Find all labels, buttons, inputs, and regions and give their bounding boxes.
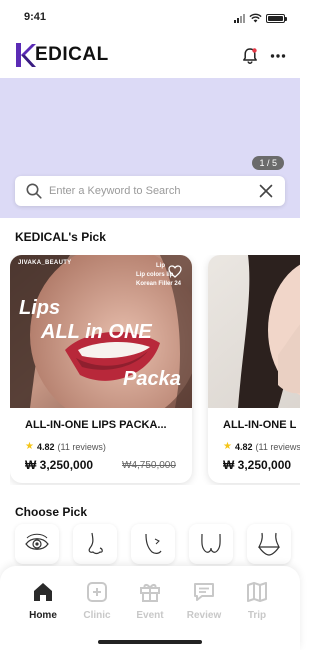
image-tag-line-3: Korean Filler 24	[136, 281, 182, 287]
nav-review[interactable]: Review	[177, 580, 231, 621]
body-icon	[258, 532, 280, 556]
product-rating: ★ 4.82 (11 reviews)	[223, 441, 300, 452]
product-rating: ★ 4.82 (11 reviews)	[25, 441, 106, 452]
category-jaw[interactable]	[131, 524, 175, 564]
jaw-icon	[145, 533, 162, 554]
star-icon: ★	[223, 441, 232, 452]
category-breast[interactable]	[189, 524, 233, 564]
nav-label: Trip	[247, 610, 267, 621]
product-card[interactable]: JIVAKA_BEAUTY Lip Lip colors lip Korean …	[10, 255, 192, 483]
heart-icon[interactable]	[168, 265, 182, 278]
nav-label: Event	[136, 610, 164, 621]
picks-carousel[interactable]: JIVAKA_BEAUTY Lip Lip colors lip Korean …	[10, 255, 300, 485]
nav-home[interactable]: Home	[16, 580, 70, 621]
home-indicator	[98, 640, 202, 644]
review-count: (11 reviews)	[255, 441, 301, 452]
category-picker	[15, 524, 300, 568]
image-brand-text: JIVAKA_BEAUTY	[18, 260, 72, 266]
choose-section-title: Choose Pick	[15, 505, 88, 519]
app-header: EDICAL	[0, 36, 300, 78]
image-headline-2: ALL in ONE	[41, 321, 152, 343]
eye-icon	[25, 533, 49, 550]
image-headline-1: Lips	[19, 297, 61, 319]
map-icon	[247, 582, 267, 602]
nose-icon	[88, 532, 103, 555]
close-icon[interactable]	[257, 182, 275, 200]
nav-event[interactable]: Event	[123, 580, 177, 621]
rating-value: 4.82	[36, 441, 55, 452]
breast-icon	[201, 533, 221, 553]
product-title: ALL-IN-ONE L	[223, 419, 297, 431]
more-icon[interactable]	[268, 46, 288, 66]
search-bar[interactable]	[15, 176, 285, 206]
product-image: JIVAKA_BEAUTY Lip Lip colors lip Korean …	[10, 255, 192, 408]
battery-icon	[266, 13, 287, 23]
status-bar: 9:41	[0, 0, 300, 36]
nav-trip[interactable]: Trip	[230, 580, 284, 621]
category-body[interactable]	[247, 524, 291, 564]
signal-icon	[234, 13, 245, 23]
product-price: ₩ 3,250,000	[25, 458, 94, 472]
rating-value: 4.82	[234, 441, 253, 452]
review-icon	[194, 583, 214, 601]
product-original-price: ₩4,750,000	[122, 460, 176, 471]
status-time: 9:41	[24, 11, 47, 23]
logo-text: EDICAL	[35, 44, 109, 65]
category-eye[interactable]	[15, 524, 59, 564]
kedical-logo[interactable]: EDICAL	[15, 42, 109, 68]
face-photo	[208, 255, 300, 408]
nav-label: Home	[29, 610, 57, 621]
banner-page-counter: 1 / 5	[252, 156, 284, 170]
product-card[interactable]: ALL-IN-ONE L ★ 4.82 (11 reviews) ₩ 3,250…	[208, 255, 300, 483]
logo-k-mark	[16, 43, 36, 67]
gift-icon	[140, 584, 160, 602]
category-nose[interactable]	[73, 524, 117, 564]
bell-icon[interactable]	[240, 46, 260, 66]
nav-clinic[interactable]: Clinic	[70, 580, 124, 621]
picks-section-title: KEDICAL's Pick	[15, 230, 106, 244]
star-icon: ★	[25, 441, 34, 452]
product-price: ₩ 3,250,000	[223, 458, 292, 472]
bottom-nav: Home Clinic Event Review Trip	[0, 566, 300, 650]
nav-label: Review	[186, 610, 222, 621]
search-input[interactable]	[49, 176, 249, 206]
product-title: ALL-IN-ONE LIPS PACKA...	[25, 419, 167, 431]
search-icon	[26, 183, 42, 199]
review-count: (11 reviews)	[57, 441, 106, 452]
clinic-icon	[87, 582, 107, 602]
image-headline-3: Packa	[123, 368, 181, 390]
wifi-icon	[249, 13, 262, 23]
product-image	[208, 255, 300, 408]
image-tag-line-1: Lip	[156, 263, 165, 269]
home-icon	[34, 583, 52, 601]
status-icons	[234, 13, 287, 23]
nav-label: Clinic	[83, 610, 111, 621]
